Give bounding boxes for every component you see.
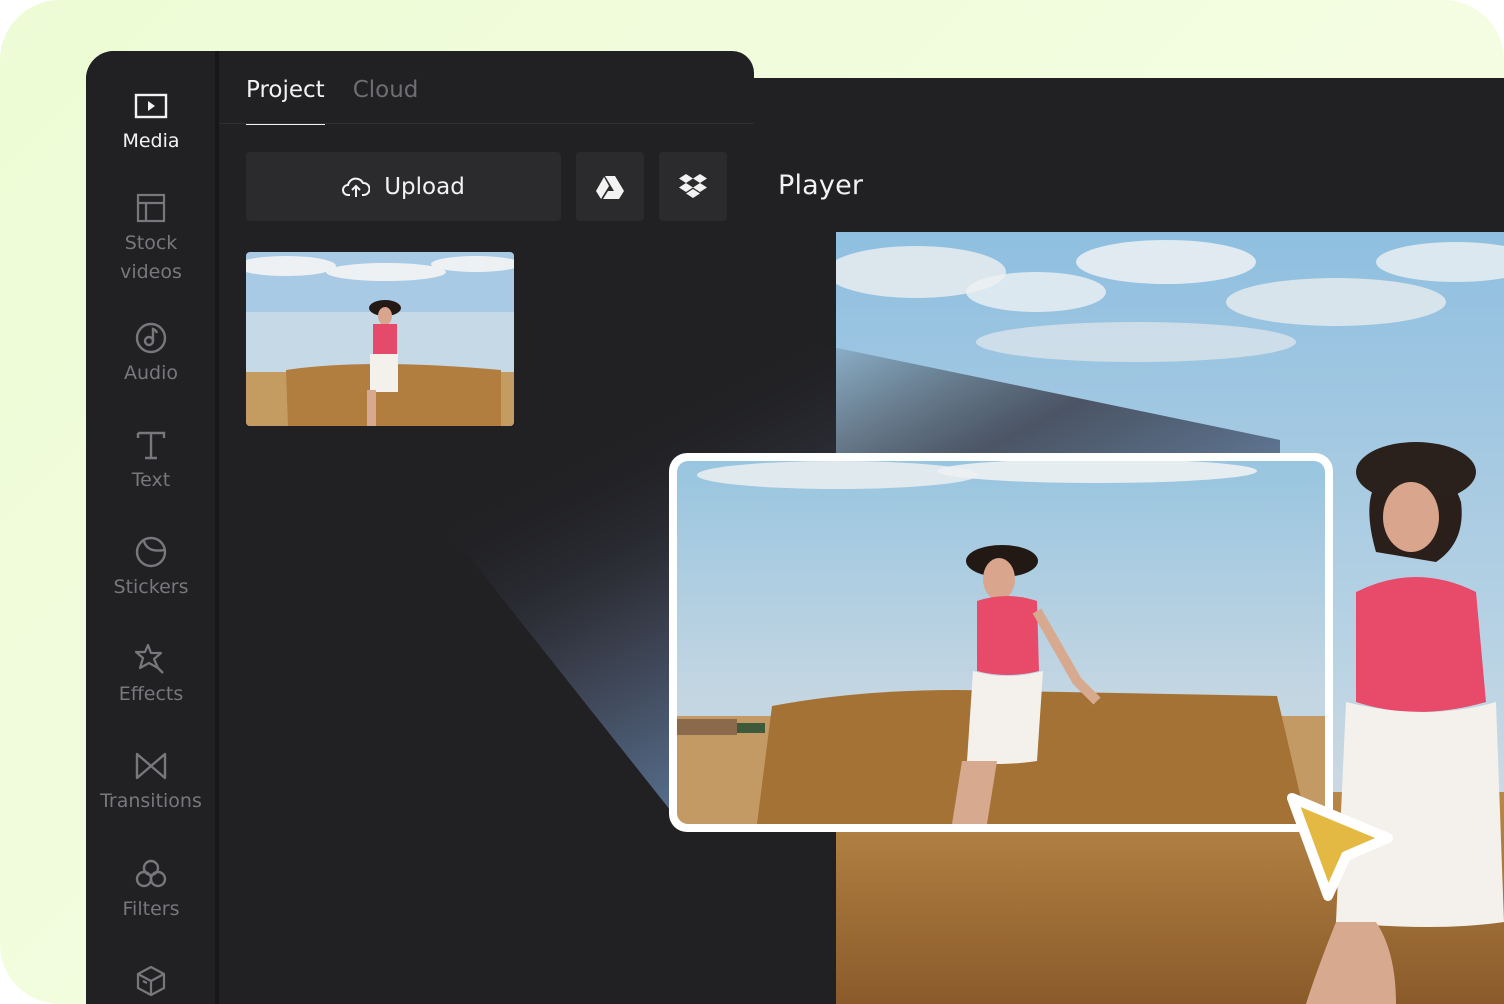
sidebar-item-elements[interactable] xyxy=(86,964,216,998)
preview-image xyxy=(677,461,1325,824)
transitions-icon xyxy=(135,752,167,780)
google-drive-button[interactable] xyxy=(576,152,644,221)
media-tabs: Project Cloud xyxy=(246,77,418,125)
sidebar-item-text[interactable]: Text xyxy=(86,428,216,495)
sidebar-item-label: Transitions xyxy=(100,790,202,812)
player-title: Player xyxy=(778,170,864,201)
sidebar-item-label: Audio xyxy=(123,362,178,384)
dropbox-icon xyxy=(679,173,707,198)
sidebar-item-label: Text xyxy=(131,469,171,491)
filters-icon xyxy=(135,859,167,888)
sidebar-item-effects[interactable]: Effects xyxy=(86,642,216,709)
sidebar-item-stickers[interactable]: Stickers xyxy=(86,535,216,602)
upload-label: Upload xyxy=(384,173,465,200)
sidebar-item-stock-videos[interactable]: Stock videos xyxy=(86,191,216,287)
sidebar-item-label: Media xyxy=(122,130,180,152)
sidebar-item-transitions[interactable]: Transitions xyxy=(86,749,216,816)
google-drive-icon xyxy=(596,175,624,199)
media-icon xyxy=(134,93,168,119)
zoomed-preview xyxy=(669,453,1333,832)
stock-videos-icon xyxy=(136,193,166,223)
sidebar-item-audio[interactable]: Audio xyxy=(86,321,216,388)
elements-box-icon xyxy=(136,965,166,997)
upload-button[interactable]: Upload xyxy=(246,152,561,221)
sidebar-item-label: Stock videos xyxy=(120,232,182,283)
sidebar-item-filters[interactable]: Filters xyxy=(86,857,216,924)
sidebar-item-media[interactable]: Media xyxy=(86,89,216,156)
sidebar-item-label: Stickers xyxy=(113,576,189,598)
audio-icon xyxy=(135,322,167,354)
media-thumbnail[interactable] xyxy=(246,252,514,426)
tabs-divider xyxy=(219,123,754,124)
tab-project[interactable]: Project xyxy=(246,77,325,125)
sidebar-item-label: Effects xyxy=(118,683,184,705)
text-icon xyxy=(136,431,166,460)
stickers-icon xyxy=(135,536,167,568)
sidebar-item-label: Filters xyxy=(122,898,180,920)
editor-panel: Media Stock videos Audio Text Stickers E… xyxy=(86,51,754,1004)
cloud-upload-icon xyxy=(342,177,371,197)
effects-icon xyxy=(134,643,164,674)
pointer-cursor-icon xyxy=(1287,793,1393,901)
dropbox-button[interactable] xyxy=(659,152,727,221)
tab-cloud[interactable]: Cloud xyxy=(353,77,419,125)
